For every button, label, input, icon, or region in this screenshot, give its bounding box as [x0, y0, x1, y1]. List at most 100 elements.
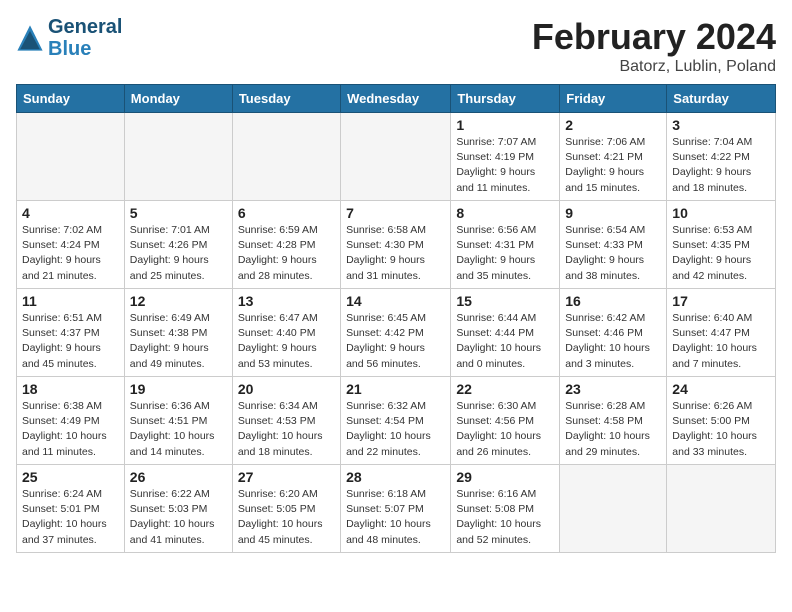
dow-header: Sunday: [17, 85, 125, 113]
day-number: 2: [565, 117, 661, 133]
day-number: 13: [238, 293, 335, 309]
calendar-cell: [232, 113, 340, 201]
calendar-cell: [667, 465, 776, 553]
day-number: 17: [672, 293, 770, 309]
day-info: Sunrise: 6:32 AM Sunset: 4:54 PM Dayligh…: [346, 399, 445, 460]
day-number: 15: [456, 293, 554, 309]
title-block: February 2024 Batorz, Lublin, Poland: [532, 16, 776, 76]
day-number: 24: [672, 381, 770, 397]
dow-header: Tuesday: [232, 85, 340, 113]
day-info: Sunrise: 6:54 AM Sunset: 4:33 PM Dayligh…: [565, 223, 661, 284]
calendar-cell: 16 Sunrise: 6:42 AM Sunset: 4:46 PM Dayli…: [560, 289, 667, 377]
dow-header: Monday: [124, 85, 232, 113]
day-number: 4: [22, 205, 119, 221]
day-info: Sunrise: 6:53 AM Sunset: 4:35 PM Dayligh…: [672, 223, 770, 284]
day-number: 6: [238, 205, 335, 221]
day-info: Sunrise: 7:01 AM Sunset: 4:26 PM Dayligh…: [130, 223, 227, 284]
day-info: Sunrise: 6:18 AM Sunset: 5:07 PM Dayligh…: [346, 487, 445, 548]
logo-text: General Blue: [48, 16, 122, 60]
day-number: 28: [346, 469, 445, 485]
calendar-body: 1Sunrise: 7:07 AM Sunset: 4:19 PM Daylig…: [17, 113, 776, 553]
calendar-cell: 7 Sunrise: 6:58 AM Sunset: 4:30 PM Daylig…: [341, 201, 451, 289]
day-info: Sunrise: 6:30 AM Sunset: 4:56 PM Dayligh…: [456, 399, 554, 460]
dow-header: Saturday: [667, 85, 776, 113]
calendar-cell: 24 Sunrise: 6:26 AM Sunset: 5:00 PM Dayli…: [667, 377, 776, 465]
calendar-cell: 23Sunrise: 6:28 AM Sunset: 4:58 PM Dayli…: [560, 377, 667, 465]
day-number: 20: [238, 381, 335, 397]
day-info: Sunrise: 7:06 AM Sunset: 4:21 PM Dayligh…: [565, 135, 661, 196]
day-number: 29: [456, 469, 554, 485]
logo-icon: [16, 24, 44, 52]
day-number: 11: [22, 293, 119, 309]
calendar-cell: 21 Sunrise: 6:32 AM Sunset: 4:54 PM Dayli…: [341, 377, 451, 465]
calendar-cell: 28 Sunrise: 6:18 AM Sunset: 5:07 PM Dayli…: [341, 465, 451, 553]
calendar-cell: 27 Sunrise: 6:20 AM Sunset: 5:05 PM Dayli…: [232, 465, 340, 553]
calendar-cell: [124, 113, 232, 201]
calendar-cell: 2 Sunrise: 7:06 AM Sunset: 4:21 PM Daylig…: [560, 113, 667, 201]
day-number: 5: [130, 205, 227, 221]
calendar-week-row: 11Sunrise: 6:51 AM Sunset: 4:37 PM Dayli…: [17, 289, 776, 377]
calendar-cell: 3Sunrise: 7:04 AM Sunset: 4:22 PM Daylig…: [667, 113, 776, 201]
location: Batorz, Lublin, Poland: [532, 58, 776, 76]
calendar-cell: [560, 465, 667, 553]
calendar-cell: [17, 113, 125, 201]
day-info: Sunrise: 6:44 AM Sunset: 4:44 PM Dayligh…: [456, 311, 554, 372]
day-info: Sunrise: 6:16 AM Sunset: 5:08 PM Dayligh…: [456, 487, 554, 548]
day-number: 23: [565, 381, 661, 397]
dow-header: Friday: [560, 85, 667, 113]
calendar-table: SundayMondayTuesdayWednesdayThursdayFrid…: [16, 84, 776, 553]
day-info: Sunrise: 6:42 AM Sunset: 4:46 PM Dayligh…: [565, 311, 661, 372]
day-number: 22: [456, 381, 554, 397]
day-number: 12: [130, 293, 227, 309]
calendar-cell: 15 Sunrise: 6:44 AM Sunset: 4:44 PM Dayli…: [451, 289, 560, 377]
day-info: Sunrise: 6:20 AM Sunset: 5:05 PM Dayligh…: [238, 487, 335, 548]
calendar-week-row: 1Sunrise: 7:07 AM Sunset: 4:19 PM Daylig…: [17, 113, 776, 201]
day-info: Sunrise: 6:26 AM Sunset: 5:00 PM Dayligh…: [672, 399, 770, 460]
day-info: Sunrise: 6:22 AM Sunset: 5:03 PM Dayligh…: [130, 487, 227, 548]
calendar-week-row: 18 Sunrise: 6:38 AM Sunset: 4:49 PM Dayli…: [17, 377, 776, 465]
logo: General Blue: [16, 16, 122, 60]
calendar-week-row: 25Sunrise: 6:24 AM Sunset: 5:01 PM Dayli…: [17, 465, 776, 553]
calendar-cell: 9 Sunrise: 6:54 AM Sunset: 4:33 PM Daylig…: [560, 201, 667, 289]
calendar-cell: 13 Sunrise: 6:47 AM Sunset: 4:40 PM Dayli…: [232, 289, 340, 377]
day-number: 19: [130, 381, 227, 397]
day-number: 3: [672, 117, 770, 133]
day-info: Sunrise: 6:59 AM Sunset: 4:28 PM Dayligh…: [238, 223, 335, 284]
day-info: Sunrise: 6:47 AM Sunset: 4:40 PM Dayligh…: [238, 311, 335, 372]
day-info: Sunrise: 7:02 AM Sunset: 4:24 PM Dayligh…: [22, 223, 119, 284]
day-number: 16: [565, 293, 661, 309]
day-number: 9: [565, 205, 661, 221]
calendar-cell: 5 Sunrise: 7:01 AM Sunset: 4:26 PM Daylig…: [124, 201, 232, 289]
calendar-cell: 22 Sunrise: 6:30 AM Sunset: 4:56 PM Dayli…: [451, 377, 560, 465]
day-info: Sunrise: 7:07 AM Sunset: 4:19 PM Dayligh…: [456, 135, 554, 196]
day-number: 21: [346, 381, 445, 397]
calendar-cell: 11Sunrise: 6:51 AM Sunset: 4:37 PM Dayli…: [17, 289, 125, 377]
day-info: Sunrise: 6:49 AM Sunset: 4:38 PM Dayligh…: [130, 311, 227, 372]
calendar-cell: 17 Sunrise: 6:40 AM Sunset: 4:47 PM Dayli…: [667, 289, 776, 377]
day-info: Sunrise: 6:56 AM Sunset: 4:31 PM Dayligh…: [456, 223, 554, 284]
calendar-cell: 6 Sunrise: 6:59 AM Sunset: 4:28 PM Daylig…: [232, 201, 340, 289]
calendar-cell: 25Sunrise: 6:24 AM Sunset: 5:01 PM Dayli…: [17, 465, 125, 553]
day-number: 8: [456, 205, 554, 221]
calendar-cell: [341, 113, 451, 201]
calendar-cell: 29 Sunrise: 6:16 AM Sunset: 5:08 PM Dayli…: [451, 465, 560, 553]
day-info: Sunrise: 6:38 AM Sunset: 4:49 PM Dayligh…: [22, 399, 119, 460]
day-info: Sunrise: 6:24 AM Sunset: 5:01 PM Dayligh…: [22, 487, 119, 548]
calendar-cell: 18 Sunrise: 6:38 AM Sunset: 4:49 PM Dayli…: [17, 377, 125, 465]
day-number: 26: [130, 469, 227, 485]
calendar-cell: 1Sunrise: 7:07 AM Sunset: 4:19 PM Daylig…: [451, 113, 560, 201]
dow-header: Thursday: [451, 85, 560, 113]
calendar-cell: 19Sunrise: 6:36 AM Sunset: 4:51 PM Dayli…: [124, 377, 232, 465]
day-info: Sunrise: 6:45 AM Sunset: 4:42 PM Dayligh…: [346, 311, 445, 372]
calendar-cell: 4 Sunrise: 7:02 AM Sunset: 4:24 PM Daylig…: [17, 201, 125, 289]
day-info: Sunrise: 6:40 AM Sunset: 4:47 PM Dayligh…: [672, 311, 770, 372]
day-number: 7: [346, 205, 445, 221]
day-number: 27: [238, 469, 335, 485]
day-number: 18: [22, 381, 119, 397]
calendar-cell: 20Sunrise: 6:34 AM Sunset: 4:53 PM Dayli…: [232, 377, 340, 465]
calendar-cell: 10Sunrise: 6:53 AM Sunset: 4:35 PM Dayli…: [667, 201, 776, 289]
dow-header: Wednesday: [341, 85, 451, 113]
day-info: Sunrise: 6:58 AM Sunset: 4:30 PM Dayligh…: [346, 223, 445, 284]
day-number: 14: [346, 293, 445, 309]
calendar-cell: 8 Sunrise: 6:56 AM Sunset: 4:31 PM Daylig…: [451, 201, 560, 289]
